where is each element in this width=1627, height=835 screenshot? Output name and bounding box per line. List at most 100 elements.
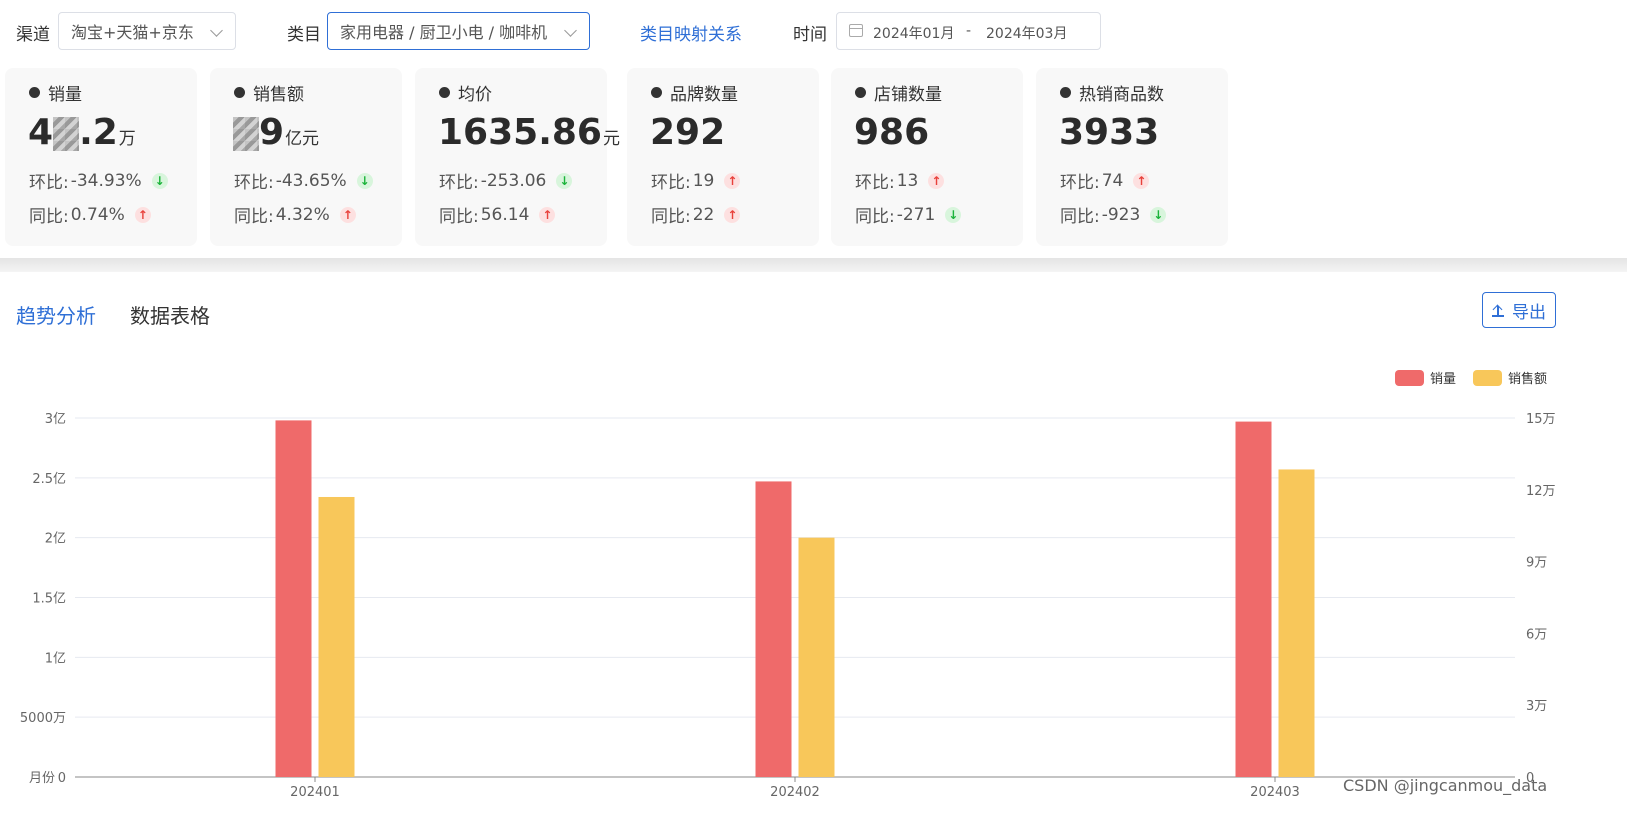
- stat-value-suffix: 9: [259, 112, 285, 153]
- yoy-value: 22: [692, 204, 715, 225]
- stat-card-value: 1635.86元: [438, 112, 620, 153]
- bar-revenue: [798, 537, 835, 777]
- tab-data-table[interactable]: 数据表格: [130, 300, 210, 329]
- stat-card-value: 4 .2万: [28, 112, 136, 153]
- stat-card-title: 热销商品数: [1060, 80, 1164, 105]
- calendar-icon: [849, 24, 863, 37]
- bar-sales: [275, 420, 312, 777]
- yoy-label: 同比:: [855, 207, 895, 227]
- yoy-row: 同比: 4.32% ↑: [234, 202, 356, 227]
- stat-card-title-text: 销售额: [253, 85, 304, 105]
- stat-card-value: 292: [650, 112, 726, 153]
- stat-value-unit: 元: [602, 129, 620, 149]
- mom-row: 环比: -253.06 ↓: [439, 168, 573, 193]
- arrow-up-icon: ↑: [134, 206, 151, 223]
- right-tick-label: 6万: [1526, 627, 1547, 642]
- mom-row: 环比: 74 ↑: [1060, 168, 1150, 193]
- stat-card-title: 均价: [439, 80, 492, 105]
- legend-swatch: [1473, 370, 1502, 386]
- yoy-row: 同比: -923 ↓: [1060, 202, 1167, 227]
- mom-value: -34.93%: [70, 170, 142, 191]
- yoy-row: 同比: 22 ↑: [651, 202, 741, 227]
- yoy-value: 4.32%: [275, 204, 330, 225]
- date-range-picker[interactable]: 2024年01月 - 2024年03月: [836, 12, 1101, 50]
- x-tick-label: 202402: [770, 785, 820, 800]
- bullet-icon: [651, 87, 662, 98]
- category-mapping-link[interactable]: 类目映射关系: [640, 20, 742, 45]
- stat-card-value: 3933: [1059, 112, 1160, 153]
- bullet-icon: [234, 87, 245, 98]
- arrow-up-icon: ↑: [539, 206, 556, 223]
- stat-card-value: 986: [854, 112, 930, 153]
- mom-value: 74: [1101, 170, 1124, 191]
- mom-row: 环比: 19 ↑: [651, 168, 741, 193]
- stat-card: 销量 4 .2万 环比: -34.93% ↓ 同比: 0.74% ↑: [5, 68, 197, 246]
- export-button[interactable]: 导出: [1482, 292, 1556, 328]
- category-cascader[interactable]: 家用电器 / 厨卫小电 / 咖啡机: [327, 12, 590, 50]
- stat-card-title-text: 销量: [48, 85, 82, 105]
- mom-label: 环比:: [439, 173, 479, 193]
- yoy-value: -923: [1101, 204, 1141, 225]
- x-tick-label: 202401: [290, 785, 340, 800]
- yoy-label: 同比:: [29, 207, 69, 227]
- stat-card: 销售额 9亿元 环比: -43.65% ↓ 同比: 4.32% ↑: [210, 68, 402, 246]
- mom-label: 环比:: [855, 173, 895, 193]
- right-tick-label: 15万: [1526, 412, 1556, 427]
- stat-value-main: 292: [650, 112, 726, 153]
- arrow-up-icon: ↑: [724, 172, 741, 189]
- mom-label: 环比:: [1060, 173, 1100, 193]
- mom-label: 环比:: [651, 173, 691, 193]
- right-tick-label: 3万: [1526, 699, 1547, 714]
- mom-label: 环比:: [29, 173, 69, 193]
- stat-card-title-text: 店铺数量: [874, 85, 942, 105]
- channel-label: 渠道: [16, 25, 50, 45]
- channel-select-value: 淘宝+天猫+京东: [71, 23, 194, 42]
- watermark: CSDN @jingcanmou_data: [1343, 776, 1548, 795]
- stat-card: 品牌数量 292 环比: 19 ↑ 同比: 22 ↑: [627, 68, 819, 246]
- right-tick-label: 12万: [1526, 484, 1556, 499]
- bullet-icon: [29, 87, 40, 98]
- stat-value-suffix: .2: [79, 112, 118, 153]
- upload-icon: [1492, 304, 1504, 317]
- date-start[interactable]: 2024年01月: [873, 23, 954, 43]
- masked-value-icon: [53, 117, 80, 151]
- yoy-value: 56.14: [480, 204, 530, 225]
- yoy-label: 同比:: [439, 207, 479, 227]
- mom-value: -43.65%: [275, 170, 347, 191]
- bullet-icon: [1060, 87, 1071, 98]
- right-tick-label: 9万: [1526, 556, 1547, 571]
- mom-row: 环比: 13 ↑: [855, 168, 945, 193]
- yoy-row: 同比: 0.74% ↑: [29, 202, 151, 227]
- date-end[interactable]: 2024年03月: [986, 23, 1067, 43]
- masked-value-icon: [233, 117, 259, 151]
- mom-label: 环比:: [234, 173, 274, 193]
- left-tick-label: 3亿: [45, 412, 66, 427]
- arrow-up-icon: ↑: [1133, 172, 1150, 189]
- stat-card: 热销商品数 3933 环比: 74 ↑ 同比: -923 ↓: [1036, 68, 1228, 246]
- yoy-label: 同比:: [1060, 207, 1100, 227]
- stat-card-value: 9亿元: [233, 112, 319, 153]
- yoy-value: 0.74%: [70, 204, 125, 225]
- bar-revenue: [318, 496, 355, 777]
- section-divider: [0, 258, 1627, 272]
- left-tick-label: 2亿: [45, 532, 66, 547]
- arrow-up-icon: ↑: [339, 206, 356, 223]
- category-cascader-value: 家用电器 / 厨卫小电 / 咖啡机: [340, 23, 548, 42]
- bar-sales: [755, 481, 792, 777]
- bullet-icon: [855, 87, 866, 98]
- yoy-label: 同比:: [234, 207, 274, 227]
- left-tick-label: 1.5亿: [32, 592, 66, 607]
- sales-trend-chart: 05000万1亿1.5亿2亿2.5亿3亿月份 03万6万9万12万15万20240…: [20, 370, 1556, 800]
- stat-card-title: 店铺数量: [855, 80, 942, 105]
- arrow-up-icon: ↑: [928, 172, 945, 189]
- stat-card-title-text: 热销商品数: [1079, 85, 1164, 105]
- channel-select[interactable]: 淘宝+天猫+京东: [58, 12, 236, 50]
- filter-bar: 渠道 淘宝+天猫+京东 类目 家用电器 / 厨卫小电 / 咖啡机 类目映射关系 …: [0, 0, 1627, 66]
- left-tick-label: 2.5亿: [32, 472, 66, 487]
- stat-value-main: 3933: [1059, 112, 1160, 153]
- export-button-label: 导出: [1512, 302, 1546, 323]
- left-tick-label: 0: [58, 771, 66, 786]
- tab-trend-analysis[interactable]: 趋势分析: [16, 300, 96, 329]
- chevron-down-icon: [564, 24, 577, 37]
- stat-card-title-text: 均价: [458, 85, 492, 105]
